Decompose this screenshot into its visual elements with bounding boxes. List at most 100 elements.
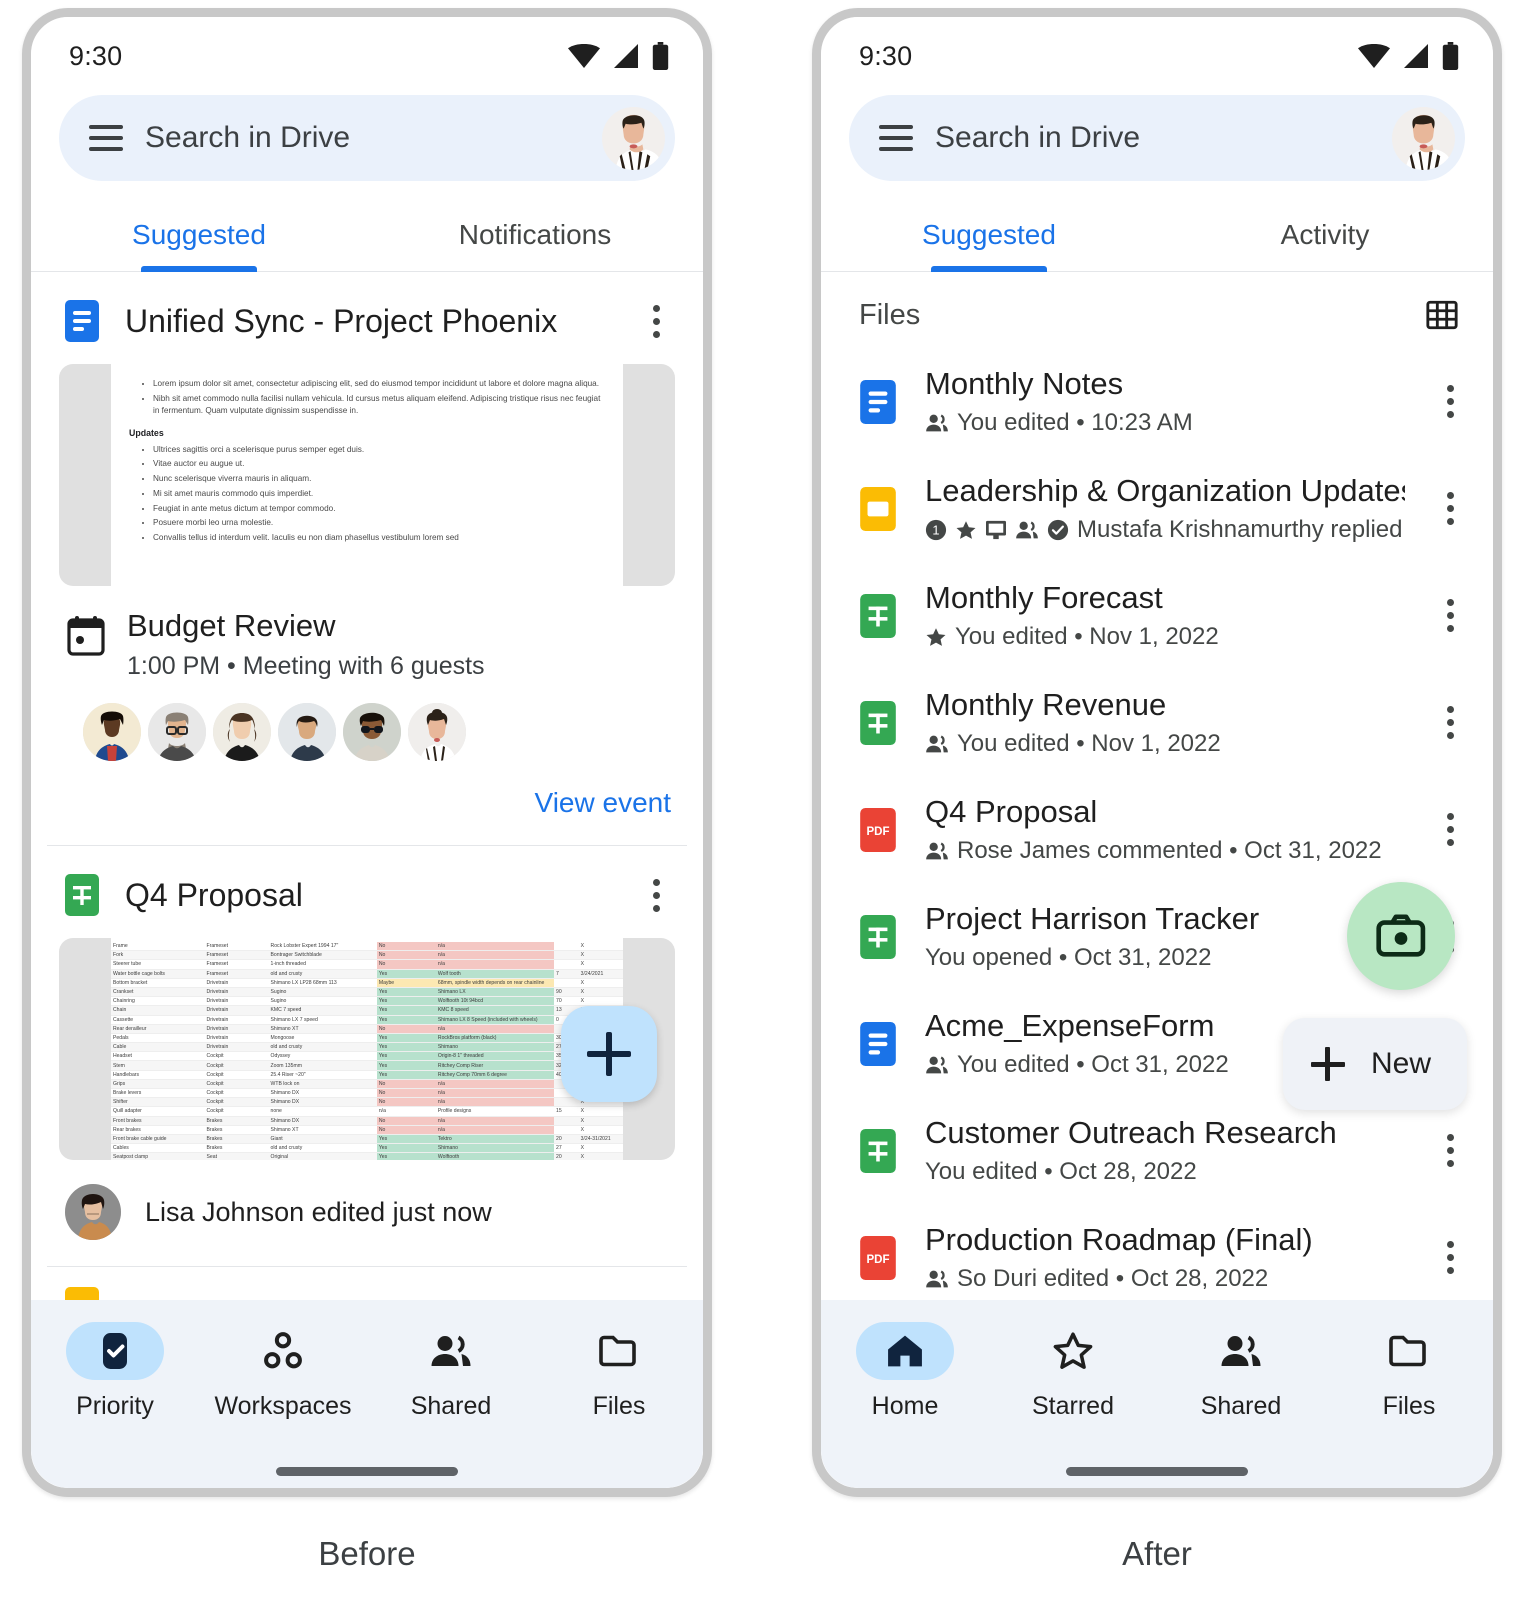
shared-people-icon — [926, 414, 948, 432]
nav-item-home[interactable]: Home — [821, 1322, 989, 1421]
after-tabs: Suggested Activity — [821, 203, 1493, 272]
more-options-icon[interactable] — [1433, 809, 1467, 850]
more-options-icon[interactable] — [1433, 1237, 1467, 1278]
nav-item-shared[interactable]: Shared — [1157, 1322, 1325, 1421]
search-input[interactable]: Search in Drive — [935, 121, 1370, 155]
before-content: Unified Sync - Project Phoenix Lorem ips… — [31, 272, 703, 1300]
sheet-preview-cell: Bontrager Switchblade — [268, 950, 377, 961]
more-options-icon[interactable] — [639, 875, 673, 916]
search-input[interactable]: Search in Drive — [145, 121, 580, 155]
sheet-preview-cell: Front brakes — [111, 1116, 205, 1126]
search-bar[interactable]: Search in Drive — [59, 95, 675, 181]
home-indicator[interactable] — [276, 1467, 458, 1476]
user-avatar[interactable] — [1392, 106, 1455, 170]
file-list-item[interactable]: Monthly Notes You edited • 10:23 AM — [821, 348, 1493, 455]
file-name: Monthly Forecast — [925, 580, 1163, 615]
guest-avatar[interactable] — [408, 703, 466, 761]
status-time: 9:30 — [69, 40, 123, 71]
sheet-preview-row: Steerer tube Frameset 1-inch threaded No n/a… — [111, 959, 623, 970]
nav-label: Shared — [1200, 1392, 1282, 1420]
guest-avatar[interactable] — [343, 703, 401, 761]
sheet-preview-cell: No — [376, 1088, 436, 1099]
more-options-icon[interactable] — [1433, 595, 1467, 636]
file-text: Customer Outreach Research You edited • O… — [925, 1115, 1405, 1186]
nav-item-files[interactable]: Files — [1325, 1322, 1493, 1421]
guest-avatar[interactable] — [213, 703, 271, 761]
tab-suggested[interactable]: Suggested — [31, 203, 367, 271]
more-options-icon[interactable] — [1433, 702, 1467, 743]
nav-item-shared[interactable]: Shared — [367, 1322, 535, 1421]
file-list-item[interactable]: Leadership & Organization Updates… 1 Musta… — [821, 455, 1493, 562]
sheet-preview-row: Front brake cable guide Brakes Giant Yes Tek… — [111, 1134, 623, 1145]
hamburger-icon[interactable] — [879, 125, 913, 151]
nav-pill-selected — [856, 1322, 954, 1380]
file-list-item[interactable]: PDF Production Roadmap (Final) So Duri edi… — [821, 1204, 1493, 1300]
shared-people-icon — [926, 1056, 948, 1074]
nav-item-starred[interactable]: Starred — [989, 1322, 1157, 1421]
sheet-preview-cell: n/a — [435, 942, 555, 952]
scan-fab[interactable] — [1347, 882, 1455, 990]
sheet-preview-cell: X — [578, 1116, 623, 1126]
file-name: Q4 Proposal — [925, 794, 1098, 829]
new-button[interactable]: New — [1282, 1018, 1467, 1110]
nav-item-workspaces[interactable]: Workspaces — [199, 1322, 367, 1421]
user-avatar[interactable] — [602, 106, 665, 170]
sheet-preview-cell: Sugino — [268, 987, 377, 998]
guest-facepile — [83, 703, 703, 761]
doc-bullet: Lorem ipsum dolor sit amet, consectetur … — [153, 378, 605, 391]
guest-avatar[interactable] — [83, 703, 141, 761]
file-meta-text: You edited • Oct 31, 2022 — [957, 1051, 1229, 1078]
more-options-icon[interactable] — [639, 301, 673, 342]
file-badges — [925, 413, 949, 433]
nav-pill-selected — [66, 1322, 164, 1380]
guest-avatar[interactable] — [148, 703, 206, 761]
sheet-preview-cell: X — [578, 942, 623, 952]
nav-item-files[interactable]: Files — [535, 1322, 703, 1421]
nav-item-priority[interactable]: Priority — [31, 1322, 199, 1421]
sheet-preview-cell: n/a — [435, 1024, 555, 1034]
sheet-preview-cell: 20 — [554, 1152, 579, 1160]
comment-count-1-icon: 1 — [925, 519, 947, 541]
view-event-button[interactable]: View event — [31, 761, 703, 845]
more-options-icon[interactable] — [1433, 381, 1467, 422]
search-bar[interactable]: Search in Drive — [849, 95, 1465, 181]
grid-view-icon[interactable] — [1425, 298, 1459, 332]
comparison-stage: 9:30 Search in Drive Suggested Notificat… — [0, 0, 1538, 1573]
tab-notifications[interactable]: Notifications — [367, 203, 703, 271]
signal-icon — [1404, 44, 1428, 68]
sheet-preview-cell: Odyssey — [268, 1051, 377, 1062]
file-list-item[interactable]: Monthly Forecast You edited • Nov 1, 2022 — [821, 562, 1493, 669]
create-fab[interactable] — [561, 1006, 657, 1102]
file-list-item[interactable]: Monthly Revenue You edited • Nov 1, 2022 — [821, 669, 1493, 776]
sheet-preview-cell: Quill adapter — [111, 1106, 205, 1117]
nav-label: Starred — [1032, 1392, 1114, 1420]
sheet-preview-cell: Brakes — [204, 1116, 269, 1126]
file-badges — [925, 627, 947, 648]
doc-preview[interactable]: Lorem ipsum dolor sit amet, consectetur … — [59, 364, 675, 586]
google-sheets-icon — [860, 914, 896, 959]
home-indicator[interactable] — [1066, 1467, 1248, 1476]
file-list-item[interactable]: Customer Outreach Research You edited • O… — [821, 1097, 1493, 1204]
after-screen: 9:30 Search in Drive Suggested Activity … — [821, 17, 1493, 1488]
sheet-preview-cell: Drivetrain — [204, 996, 269, 1007]
guest-avatar[interactable] — [278, 703, 336, 761]
sheet-preview-cell: Yes — [376, 969, 436, 979]
tab-activity[interactable]: Activity — [1157, 203, 1493, 271]
google-docs-icon — [860, 379, 896, 424]
sheet-preview-cell: Wolftooth — [435, 1152, 555, 1160]
more-options-icon[interactable] — [1433, 1130, 1467, 1171]
sheet-preview-row: Brake leversCockpitShimano DXNon/aX — [111, 1088, 623, 1099]
after-search-wrap: Search in Drive — [821, 95, 1493, 181]
tab-suggested[interactable]: Suggested — [821, 203, 1157, 271]
status-icons — [568, 42, 669, 70]
file-list-item[interactable]: PDF Q4 Proposal Rose James commented • Oct… — [821, 776, 1493, 883]
file-meta: You edited • Nov 1, 2022 — [925, 730, 1405, 758]
sheet-preview-row: Water bottle cage bolts Frameset old and c… — [111, 969, 623, 979]
sheet-preview-row: Handlebars Cockpit 25.4 Riser ~20" Yes Ritch… — [111, 1070, 623, 1080]
more-options-icon[interactable] — [1433, 488, 1467, 529]
sheet-preview-table: Frame Frameset Rock Lobster Expert 1994 17… — [111, 942, 623, 1160]
hamburger-icon[interactable] — [89, 125, 123, 151]
offline-check-icon — [1047, 519, 1069, 541]
sheet-preview-cell: Drivetrain — [204, 1042, 269, 1053]
presentation-icon — [986, 520, 1006, 540]
